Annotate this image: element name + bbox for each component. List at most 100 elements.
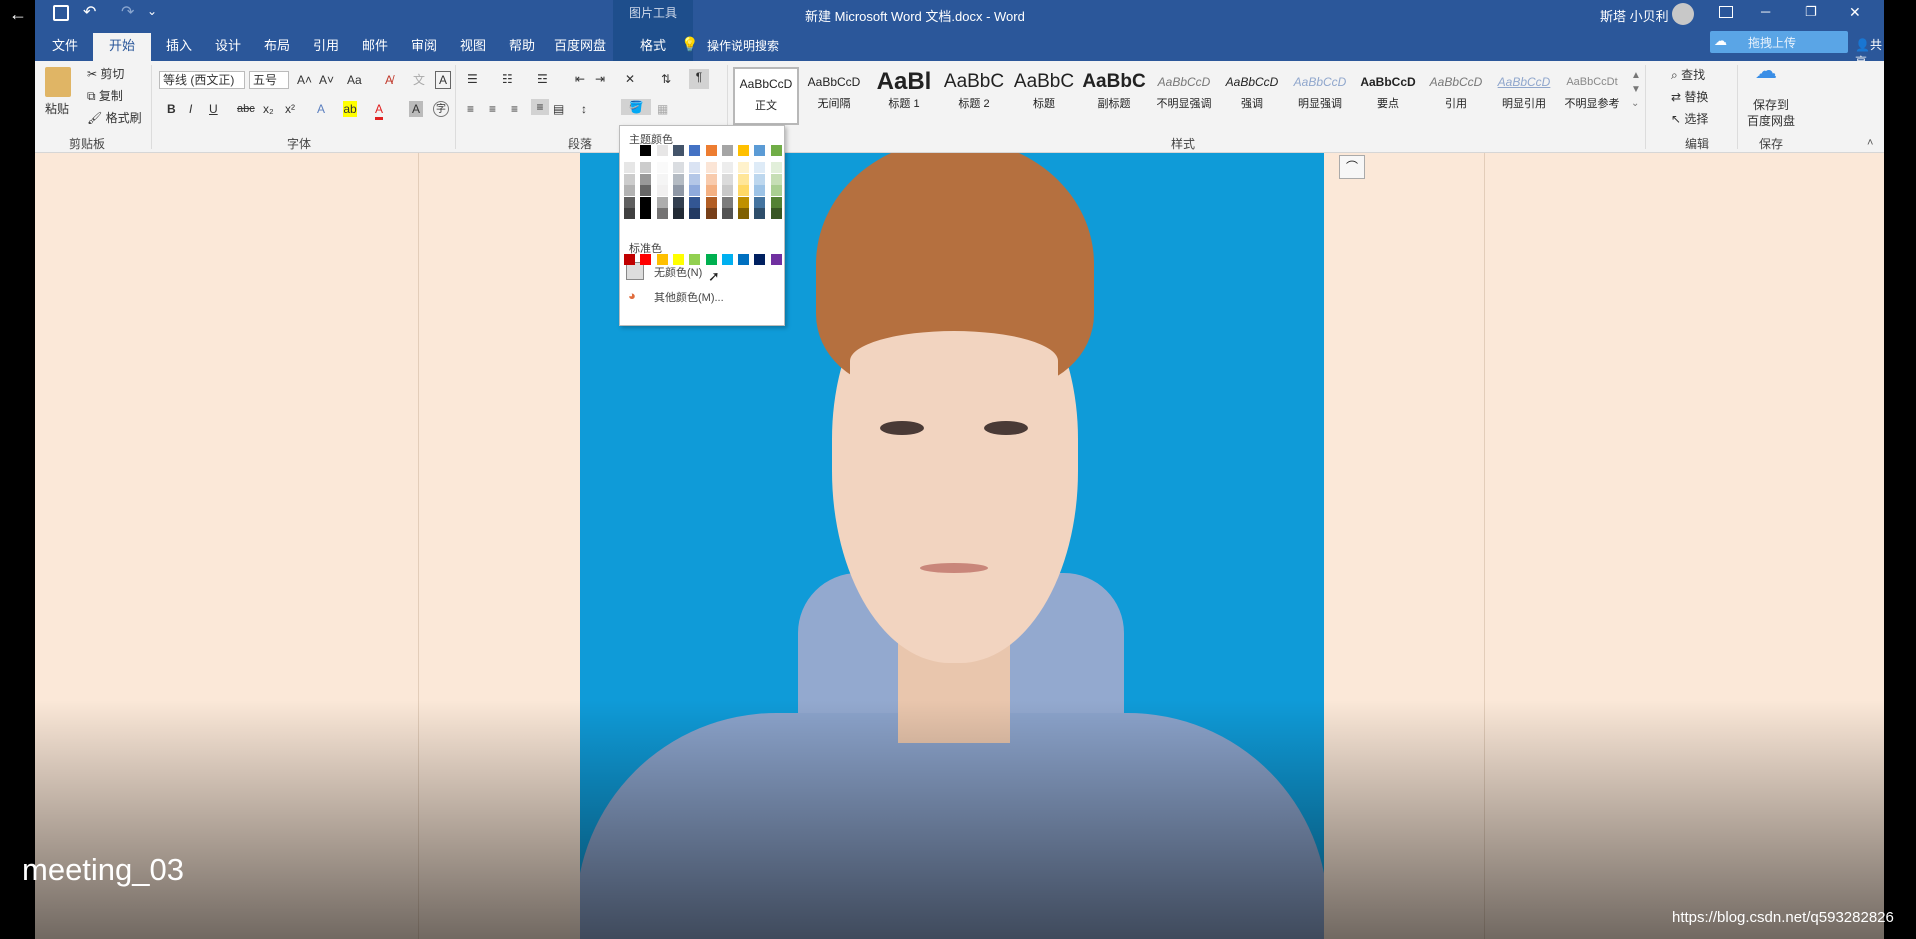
customize-qat-icon[interactable]: ⌄	[147, 4, 157, 18]
upload-button[interactable]: ☁ 拖拽上传	[1710, 31, 1848, 53]
style-emphasis[interactable]: AaBbCcD 强调	[1219, 67, 1285, 125]
back-arrow-icon[interactable]: ←	[8, 4, 28, 26]
theme-shade-swatch[interactable]	[754, 185, 766, 196]
format-painter-button[interactable]: 🖌 格式刷	[87, 110, 142, 126]
style-no-spacing[interactable]: AaBbCcD 无间隔	[801, 67, 867, 125]
underline-button[interactable]: U	[209, 101, 218, 117]
standard-color-swatch[interactable]	[738, 254, 750, 265]
theme-color-swatch[interactable]	[705, 145, 717, 156]
theme-shade-swatch[interactable]	[689, 208, 701, 219]
theme-shade-swatch[interactable]	[721, 173, 733, 185]
theme-color-swatch[interactable]	[656, 145, 668, 156]
select-button[interactable]: ↖ 选择	[1671, 111, 1708, 127]
theme-shade-swatch[interactable]	[705, 208, 717, 219]
tab-help[interactable]: 帮助	[498, 30, 546, 61]
align-center-icon[interactable]: ≡	[489, 101, 496, 117]
theme-color-swatch[interactable]	[770, 145, 782, 156]
char-shading-icon[interactable]: A	[409, 101, 423, 117]
tab-file[interactable]: 文件	[41, 30, 89, 61]
bold-button[interactable]: B	[167, 101, 176, 117]
theme-shade-swatch[interactable]	[689, 185, 701, 196]
tab-mailings[interactable]: 邮件	[351, 30, 399, 61]
text-effects-icon[interactable]: A	[317, 101, 325, 117]
line-spacing-icon[interactable]: ↕	[581, 101, 587, 117]
style-heading-2[interactable]: AaBbC 标题 2	[941, 67, 1007, 125]
theme-shade-swatch[interactable]	[640, 173, 652, 185]
style-intense-emphasis[interactable]: AaBbCcD 明显强调	[1287, 67, 1353, 125]
theme-shade-swatch[interactable]	[624, 162, 635, 173]
styles-scroll-icon[interactable]: ▲ ▼ ⌄	[1631, 69, 1641, 111]
theme-shade-swatch[interactable]	[640, 196, 652, 208]
style-subtle-reference[interactable]: AaBbCcDt 不明显参考	[1559, 67, 1625, 125]
font-name-select[interactable]: 等线 (西文正)	[159, 71, 245, 89]
standard-color-swatch[interactable]	[656, 254, 668, 265]
tab-review[interactable]: 审阅	[400, 30, 448, 61]
theme-shade-swatch[interactable]	[738, 162, 750, 173]
phonetic-guide-icon[interactable]: 文	[413, 72, 425, 88]
ribbon-display-icon[interactable]	[1719, 6, 1733, 18]
align-left-icon[interactable]: ≡	[467, 101, 474, 117]
theme-shade-swatch[interactable]	[738, 196, 750, 208]
theme-shade-swatch[interactable]	[624, 196, 635, 208]
style-title[interactable]: AaBbC 标题	[1011, 67, 1077, 125]
theme-shade-swatch[interactable]	[754, 162, 766, 173]
theme-shade-swatch[interactable]	[770, 173, 782, 185]
tab-design[interactable]: 设计	[204, 30, 252, 61]
justify-icon[interactable]: ≡	[531, 99, 549, 115]
theme-shade-swatch[interactable]	[770, 196, 782, 208]
align-right-icon[interactable]: ≡	[511, 101, 518, 117]
save-icon[interactable]	[53, 5, 69, 21]
theme-shade-swatch[interactable]	[721, 208, 733, 219]
theme-shade-swatch[interactable]	[640, 185, 652, 196]
theme-shade-swatch[interactable]	[640, 162, 652, 173]
clear-format-icon[interactable]: A̸	[385, 72, 393, 88]
replace-button[interactable]: ⇄ 替换	[1671, 89, 1708, 105]
change-case-button[interactable]: Aa	[347, 72, 362, 88]
theme-color-swatch[interactable]	[721, 145, 733, 156]
bullets-icon[interactable]: ☰	[467, 71, 478, 87]
theme-shade-swatch[interactable]	[672, 185, 684, 196]
collapse-ribbon-icon[interactable]: ˄	[1867, 135, 1873, 151]
theme-shade-swatch[interactable]	[721, 196, 733, 208]
theme-shade-swatch[interactable]	[656, 173, 668, 185]
theme-shade-swatch[interactable]	[770, 208, 782, 219]
grow-font-button[interactable]: A˄	[297, 72, 312, 88]
subscript-button[interactable]: x₂	[263, 101, 274, 117]
style-normal[interactable]: AaBbCcD 正文	[733, 67, 799, 125]
chinese-layout-icon[interactable]: ✕	[625, 71, 635, 87]
multilevel-list-icon[interactable]: ☲	[537, 71, 548, 87]
italic-button[interactable]: I	[189, 101, 192, 117]
undo-icon[interactable]: ↶	[83, 2, 96, 22]
theme-shade-swatch[interactable]	[754, 208, 766, 219]
font-color-icon[interactable]: A	[375, 101, 384, 120]
theme-color-swatch[interactable]	[738, 145, 750, 156]
theme-shade-swatch[interactable]	[738, 173, 750, 185]
paste-icon[interactable]	[45, 67, 71, 97]
theme-shade-swatch[interactable]	[624, 173, 635, 185]
shading-button[interactable]: 🪣	[621, 99, 651, 115]
standard-color-swatch[interactable]	[770, 254, 782, 265]
standard-color-swatch[interactable]	[754, 254, 766, 265]
close-button[interactable]: ✕	[1849, 4, 1861, 21]
distributed-icon[interactable]: ▤	[553, 101, 564, 117]
minimize-button[interactable]: ─	[1761, 4, 1770, 19]
style-quote[interactable]: AaBbCcD 引用	[1423, 67, 1489, 125]
style-strong[interactable]: AaBbCcD 要点	[1355, 67, 1421, 125]
theme-shade-swatch[interactable]	[721, 162, 733, 173]
theme-shade-swatch[interactable]	[689, 196, 701, 208]
theme-shade-swatch[interactable]	[656, 162, 668, 173]
enclose-char-icon[interactable]: 字	[433, 101, 449, 117]
style-intense-quote[interactable]: AaBbCcD 明显引用	[1491, 67, 1557, 125]
save-to-baidu-button[interactable]: 保存到 百度网盘	[1747, 97, 1795, 129]
theme-color-swatch[interactable]	[640, 145, 652, 156]
theme-shade-swatch[interactable]	[705, 162, 717, 173]
copy-button[interactable]: ⧉ 复制	[87, 88, 123, 104]
standard-color-swatch[interactable]	[640, 254, 652, 265]
style-heading-1[interactable]: AaBl 标题 1	[871, 67, 937, 125]
theme-shade-swatch[interactable]	[640, 208, 652, 219]
theme-shade-swatch[interactable]	[689, 162, 701, 173]
theme-shade-swatch[interactable]	[705, 196, 717, 208]
theme-shade-swatch[interactable]	[770, 162, 782, 173]
theme-shade-swatch[interactable]	[754, 173, 766, 185]
avatar[interactable]	[1672, 3, 1694, 25]
